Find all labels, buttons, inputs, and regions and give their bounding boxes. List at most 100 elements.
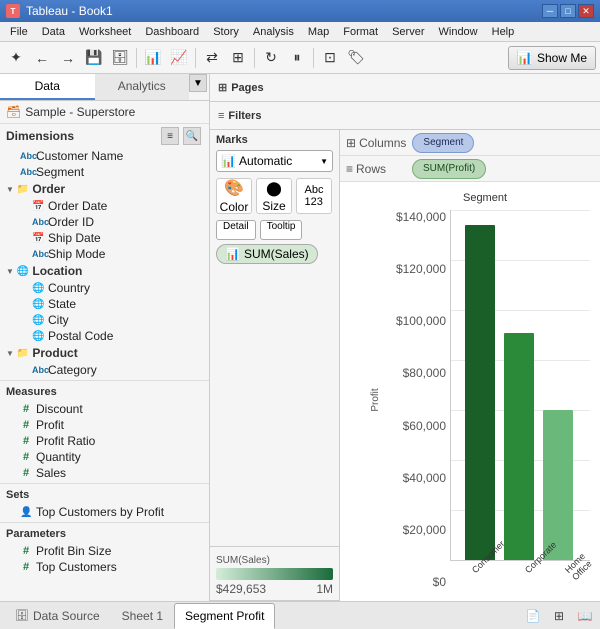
field-ship-date[interactable]: 📅 Ship Date bbox=[0, 230, 209, 246]
y-label-120k: $120,000 bbox=[396, 262, 446, 276]
main-area: Data Analytics ▼ 🗃 Sample - Superstore D… bbox=[0, 74, 600, 601]
sort-fields-button[interactable]: ≡ bbox=[161, 127, 179, 145]
field-city[interactable]: 🌐 City bbox=[0, 312, 209, 328]
color-legend: SUM(Sales) $429,653 1M bbox=[216, 555, 333, 596]
field-state[interactable]: 🌐 State bbox=[0, 296, 209, 312]
minimize-button[interactable]: ─ bbox=[542, 4, 558, 18]
toolbar-label-button[interactable]: 🏷 bbox=[344, 46, 368, 70]
menu-help[interactable]: Help bbox=[486, 25, 521, 39]
bar-home-office[interactable] bbox=[543, 410, 574, 560]
tooltip-button[interactable]: Tooltip bbox=[260, 220, 303, 240]
toolbar-save-button[interactable]: 💾 bbox=[82, 46, 106, 70]
field-order-date[interactable]: 📅 Order Date bbox=[0, 198, 209, 214]
chevron-down-icon: ▼ bbox=[320, 157, 328, 166]
menu-data[interactable]: Data bbox=[36, 25, 71, 39]
bar-chart-icon: 📊 bbox=[221, 154, 236, 168]
field-discount[interactable]: # Discount bbox=[0, 401, 209, 417]
y-label-container: Profit bbox=[380, 210, 392, 589]
field-order-id[interactable]: Abc Order ID bbox=[0, 214, 209, 230]
search-fields-button[interactable]: 🔍 bbox=[183, 127, 201, 145]
tab-sheet1[interactable]: Sheet 1 bbox=[111, 603, 174, 629]
size-icon: ⬤ bbox=[266, 180, 282, 197]
field-top-customers[interactable]: # Top Customers bbox=[0, 559, 209, 575]
toolbar-chart1-button[interactable]: 📊 bbox=[141, 46, 165, 70]
menu-window[interactable]: Window bbox=[433, 25, 484, 39]
columns-pill[interactable]: Segment bbox=[412, 133, 474, 153]
color-labels: $429,653 1M bbox=[216, 582, 333, 596]
bar-consumer[interactable] bbox=[465, 225, 496, 560]
menu-dashboard[interactable]: Dashboard bbox=[139, 25, 205, 39]
label-button[interactable]: Abc123 bbox=[296, 178, 332, 214]
toolbar-separator-2 bbox=[195, 48, 196, 68]
menu-file[interactable]: File bbox=[4, 25, 34, 39]
pages-shelf: ⊞ Pages bbox=[210, 74, 600, 102]
field-profit[interactable]: # Profit bbox=[0, 417, 209, 433]
bar-corporate[interactable] bbox=[504, 333, 535, 561]
filters-shelf: ≡ Filters bbox=[210, 102, 600, 130]
data-source-tab-label: Data Source bbox=[33, 609, 100, 623]
hash-icon: # bbox=[20, 403, 32, 415]
menu-server[interactable]: Server bbox=[386, 25, 430, 39]
new-dashboard-button[interactable]: ⊞ bbox=[548, 605, 570, 627]
tab-segment-profit[interactable]: Segment Profit bbox=[174, 603, 275, 629]
data-source[interactable]: 🗃 Sample - Superstore bbox=[0, 101, 209, 124]
menu-story[interactable]: Story bbox=[207, 25, 245, 39]
chart-area: Profit $140,000 $120,000 $100,000 $80,00… bbox=[380, 210, 590, 589]
rows-label: Rows bbox=[356, 162, 386, 176]
calendar-icon-2: 📅 bbox=[32, 233, 44, 244]
hash-icon-2: # bbox=[20, 419, 32, 431]
toolbar-swap-button[interactable]: ⇄ bbox=[200, 46, 224, 70]
toolbar-addds-button[interactable]: 🗄 bbox=[108, 46, 132, 70]
abc-icon: Abc bbox=[20, 151, 32, 161]
field-customer-name[interactable]: Abc Customer Name bbox=[0, 148, 209, 164]
params-divider bbox=[0, 522, 209, 523]
marks-dropdown[interactable]: 📊 Automatic ▼ bbox=[216, 150, 333, 172]
toolbar-new-button[interactable]: ✦ bbox=[4, 46, 28, 70]
field-category[interactable]: Abc Category bbox=[0, 362, 209, 378]
toolbar-refresh-button[interactable]: ↻ bbox=[259, 46, 283, 70]
parameters-label: Parameters bbox=[0, 525, 209, 543]
maximize-button[interactable]: □ bbox=[560, 4, 576, 18]
size-button[interactable]: ⬤ Size bbox=[256, 178, 292, 214]
toolbar-pause-button[interactable]: ⏸ bbox=[285, 46, 309, 70]
close-button[interactable]: ✕ bbox=[578, 4, 594, 18]
label-icon: Abc123 bbox=[305, 184, 324, 208]
field-postal-code[interactable]: 🌐 Postal Code bbox=[0, 328, 209, 344]
field-quantity[interactable]: # Quantity bbox=[0, 449, 209, 465]
rows-icon: ≡ bbox=[346, 162, 353, 176]
color-button[interactable]: 🎨 Color bbox=[216, 178, 252, 214]
field-profit-ratio[interactable]: # Profit Ratio bbox=[0, 433, 209, 449]
field-profit-bin-size[interactable]: # Profit Bin Size bbox=[0, 543, 209, 559]
new-sheet-button[interactable]: 📄 bbox=[522, 605, 544, 627]
tab-analytics[interactable]: Analytics bbox=[95, 74, 190, 100]
toolbar-chart2-button[interactable]: 📈 bbox=[167, 46, 191, 70]
rows-pill[interactable]: SUM(Profit) bbox=[412, 159, 486, 179]
toolbar-back-button[interactable]: ← bbox=[30, 46, 54, 70]
toolbar-forward-button[interactable]: → bbox=[56, 46, 80, 70]
field-ship-mode[interactable]: Abc Ship Mode bbox=[0, 246, 209, 262]
tab-data[interactable]: Data bbox=[0, 74, 95, 100]
rows-icon-label: ≡ Rows bbox=[346, 162, 406, 176]
field-country[interactable]: 🌐 Country bbox=[0, 280, 209, 296]
sets-label: Sets bbox=[0, 486, 209, 504]
tab-data-source[interactable]: 🗄 Data Source bbox=[4, 603, 111, 629]
product-group-header[interactable]: ▼ 📁 Product bbox=[0, 344, 209, 362]
detail-button[interactable]: Detail bbox=[216, 220, 256, 240]
sum-sales-pill[interactable]: 📊 SUM(Sales) bbox=[216, 244, 318, 264]
globe-icon: 🌐 bbox=[17, 266, 29, 277]
sets-divider bbox=[0, 483, 209, 484]
field-sales[interactable]: # Sales bbox=[0, 465, 209, 481]
field-segment[interactable]: Abc Segment bbox=[0, 164, 209, 180]
toolbar-fit-button[interactable]: ⊡ bbox=[318, 46, 342, 70]
show-me-button[interactable]: 📊 Show Me bbox=[508, 46, 596, 70]
menu-map[interactable]: Map bbox=[302, 25, 335, 39]
order-group-header[interactable]: ▼ 📁 Order bbox=[0, 180, 209, 198]
field-top-customers-by-profit[interactable]: 👤 Top Customers by Profit bbox=[0, 504, 209, 520]
menu-worksheet[interactable]: Worksheet bbox=[73, 25, 137, 39]
menu-format[interactable]: Format bbox=[337, 25, 384, 39]
location-group-header[interactable]: ▼ 🌐 Location bbox=[0, 262, 209, 280]
menu-analysis[interactable]: Analysis bbox=[247, 25, 300, 39]
toolbar-sort-button[interactable]: ⊞ bbox=[226, 46, 250, 70]
panel-control-button[interactable]: ▼ bbox=[189, 74, 207, 92]
new-story-button[interactable]: 📖 bbox=[574, 605, 596, 627]
